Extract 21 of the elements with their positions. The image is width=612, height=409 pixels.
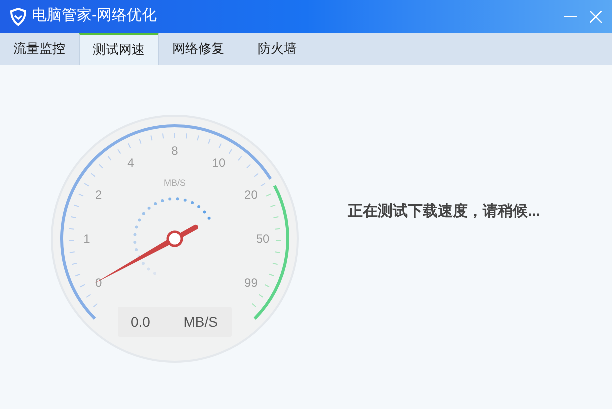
status-message: 正在测试下载速度，请稍候... (348, 202, 541, 222)
scale-label: 50 (256, 232, 270, 246)
shield-icon (10, 8, 27, 26)
scale-label: 1 (84, 232, 90, 246)
scale-label: 99 (244, 276, 258, 290)
tab[interactable]: 防火墙 (238, 33, 317, 65)
scale-label: 8 (172, 144, 178, 158)
scale-label: 2 (95, 188, 102, 202)
scale-label: 10 (212, 156, 226, 170)
scale-label: 4 (128, 156, 134, 170)
scale-label: 20 (244, 188, 258, 202)
tab[interactable]: 网络修复 (159, 33, 238, 65)
minimize-icon[interactable] (564, 16, 577, 18)
speed-unit: MB/S (184, 312, 218, 332)
tab[interactable]: 测试网速 (79, 33, 159, 65)
window-title: 电脑管家-网络优化 (32, 6, 157, 26)
tab[interactable]: 流量监控 (0, 33, 79, 65)
speed-value: 0.0 (131, 312, 150, 332)
close-icon[interactable] (590, 10, 602, 22)
unit-label: MB/S (164, 178, 186, 188)
scale-label: 0 (95, 276, 102, 290)
